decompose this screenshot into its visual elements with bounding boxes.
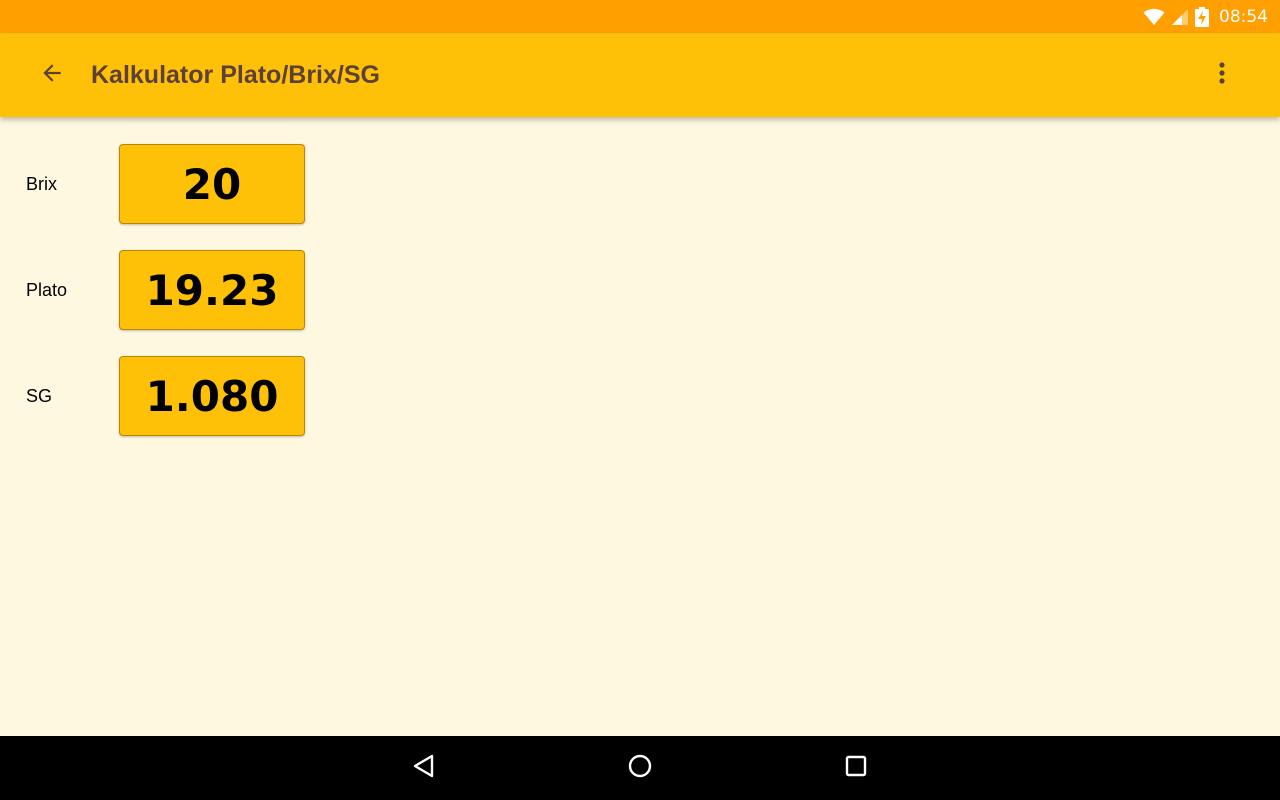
back-button[interactable] <box>30 53 74 97</box>
app-bar: Kalkulator Plato/Brix/SG <box>0 33 1280 117</box>
plato-row: Plato 19.23 <box>0 250 400 330</box>
plato-label: Plato <box>26 280 68 300</box>
nav-home-button[interactable] <box>616 744 664 792</box>
brix-label: Brix <box>26 174 57 194</box>
brix-row: Brix 20 <box>0 144 400 224</box>
signal-icon <box>1171 8 1189 26</box>
plato-input[interactable]: 19.23 <box>119 250 305 330</box>
brix-input[interactable]: 20 <box>119 144 305 224</box>
navigation-bar <box>0 736 1280 800</box>
sg-input[interactable]: 1.080 <box>119 356 305 436</box>
nav-recents-button[interactable] <box>832 744 880 792</box>
calculator-content: Brix 20 Plato 19.23 SG 1.080 <box>0 117 1280 736</box>
status-bar: 08:54 <box>0 0 1280 33</box>
home-circle-icon <box>627 753 653 783</box>
status-time: 08:54 <box>1219 6 1268 27</box>
nav-back-button[interactable] <box>400 744 448 792</box>
arrow-back-icon <box>39 60 65 90</box>
wifi-icon <box>1143 8 1165 26</box>
overflow-menu-button[interactable] <box>1200 53 1244 97</box>
more-vert-icon <box>1218 61 1226 89</box>
page-title: Kalkulator Plato/Brix/SG <box>91 61 380 89</box>
back-triangle-icon <box>411 753 437 783</box>
recents-square-icon <box>844 754 868 782</box>
battery-charging-icon <box>1195 6 1209 27</box>
status-icons: 08:54 <box>1143 0 1268 33</box>
sg-label: SG <box>26 386 53 406</box>
sg-row: SG 1.080 <box>0 356 400 436</box>
